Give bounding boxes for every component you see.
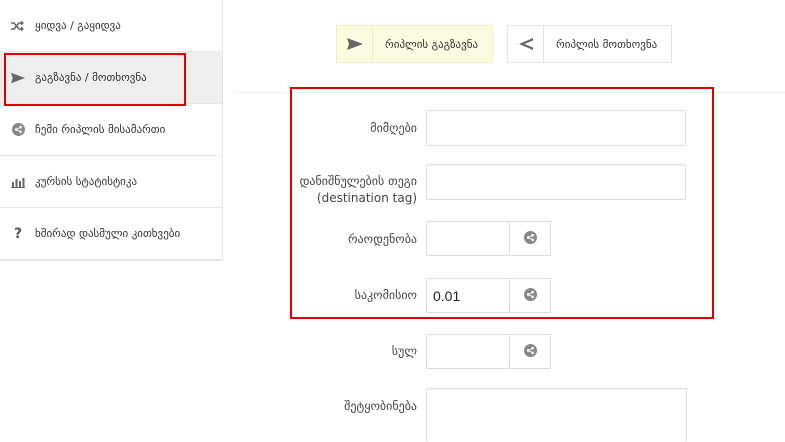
message-label: შეტყობინება	[344, 399, 417, 413]
share-icon	[523, 286, 537, 305]
sidebar-item-my-address[interactable]: ჩემი რიპლის მისამართი	[0, 104, 222, 156]
destination-tag-input[interactable]	[426, 164, 686, 200]
destination-tag-label-sub: (destination tag)	[316, 191, 417, 205]
fee-currency-button[interactable]	[510, 278, 551, 313]
divider	[236, 92, 785, 93]
share-icon	[11, 123, 25, 137]
recipient-label: მიმღები	[370, 121, 417, 135]
destination-tag-label: დანიშნულების თეგი (destination tag)	[300, 173, 417, 207]
sidebar-item-faq[interactable]: ? ხშირად დასმული კითხვები	[0, 208, 222, 260]
recipient-input[interactable]	[426, 110, 686, 146]
total-input[interactable]	[426, 334, 510, 369]
amount-input[interactable]	[426, 221, 510, 256]
sidebar-item-rate-statistics[interactable]: კურსის სტატისტიკა	[0, 156, 222, 208]
total-currency-button[interactable]	[510, 334, 551, 369]
sidebar-item-send-request[interactable]: გაგზავნა / მოთხოვნა	[0, 52, 222, 104]
sidebar-item-buy-sell[interactable]: ყიდვა / გაყიდვა	[0, 0, 222, 52]
sidebar-item-label: ხშირად დასმული კითხვები	[35, 227, 181, 240]
message-textarea[interactable]	[426, 388, 687, 442]
sidebar-item-label: გაგზავნა / მოთხოვნა	[35, 71, 147, 84]
fee-input[interactable]: 0.01	[426, 278, 510, 313]
send-icon	[337, 26, 373, 62]
shuffle-icon	[11, 19, 25, 33]
send-icon	[11, 71, 25, 85]
tab-request-ripple[interactable]: რიპლის მოთხოვნა	[507, 25, 672, 63]
chevron-left-icon	[508, 26, 544, 62]
total-label: სულ	[391, 344, 417, 358]
bar-chart-icon	[11, 175, 25, 189]
amount-label: რაოდენობა	[348, 232, 417, 246]
sidebar: ყიდვა / გაყიდვა გაგზავნა / მოთხოვნა ჩემი…	[0, 0, 223, 261]
fee-label: საკომისიო	[354, 288, 417, 302]
sidebar-item-label: ჩემი რიპლის მისამართი	[35, 123, 166, 136]
question-icon: ?	[13, 225, 23, 242]
amount-currency-button[interactable]	[510, 221, 551, 256]
share-icon	[523, 342, 537, 361]
sidebar-item-label: ყიდვა / გაყიდვა	[35, 19, 121, 32]
destination-tag-label-main: დანიშნულების თეგი	[299, 174, 417, 188]
tab-send-ripple[interactable]: რიპლის გაგზავნა	[336, 25, 493, 63]
share-icon	[523, 229, 537, 248]
sidebar-item-label: კურსის სტატისტიკა	[35, 175, 138, 188]
tab-label: რიპლის გაგზავნა	[385, 37, 479, 51]
main-panel: რიპლის გაგზავნა რიპლის მოთხოვნა მიმღები …	[224, 0, 785, 442]
tab-label: რიპლის მოთხოვნა	[556, 37, 658, 51]
